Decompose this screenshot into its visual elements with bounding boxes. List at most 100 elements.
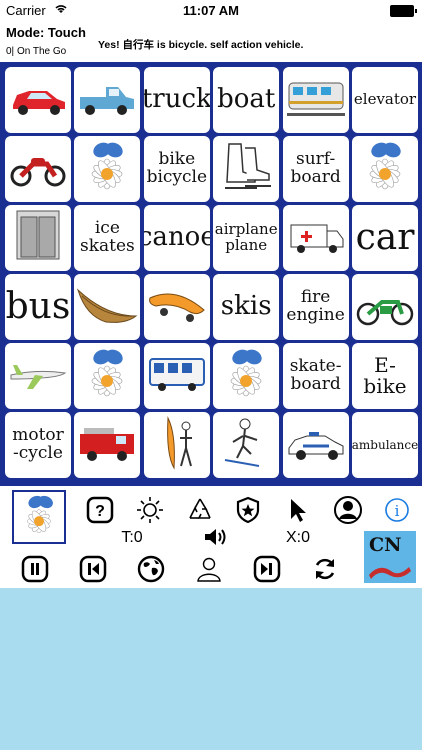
pause-icon[interactable] [20, 554, 50, 584]
recycle-icon[interactable] [184, 494, 216, 526]
motorcycle-cell[interactable] [5, 136, 71, 202]
word-cell[interactable]: surf-board [282, 136, 349, 202]
battery-icon [390, 5, 417, 17]
train-icon [285, 69, 347, 131]
e-bike-icon [354, 276, 416, 338]
word-cell[interactable]: truck [143, 67, 210, 133]
word-cell[interactable]: car [352, 205, 418, 271]
word-cell[interactable]: skis [213, 274, 280, 340]
cell-label: surf-board [290, 149, 341, 187]
skier-icon [215, 414, 277, 476]
ambulance-cell[interactable] [282, 205, 349, 271]
feedback-message: Yes! 自行车 is bicycle. self action vehicle… [98, 39, 304, 51]
word-cell[interactable]: airplane plane [213, 205, 280, 271]
cell-label: canoe [143, 222, 210, 253]
airplane-cell[interactable] [5, 343, 71, 409]
globe-icon[interactable] [136, 554, 166, 584]
next-icon[interactable] [252, 554, 282, 584]
cursor-icon[interactable] [282, 494, 314, 526]
daisy-butterfly-cell[interactable] [74, 343, 141, 409]
daisy-butterfly-icon [76, 345, 138, 407]
word-cell[interactable]: motor -cycle [5, 412, 71, 478]
fire-engine-cell[interactable] [74, 412, 141, 478]
help-icon[interactable]: ? [84, 494, 116, 526]
daisy-butterfly-icon [76, 138, 138, 200]
shield-star-icon[interactable] [232, 494, 264, 526]
ice-skates-cell[interactable] [213, 136, 280, 202]
t-counter: T:0 [121, 529, 143, 546]
word-cell[interactable]: bike bicycle [143, 136, 210, 202]
cell-label: car [355, 217, 415, 259]
elevator-cell[interactable] [5, 205, 71, 271]
cell-label: boat [217, 84, 276, 115]
cell-label: E-bike [363, 353, 407, 398]
clock: 11:07 AM [183, 3, 239, 18]
car-cell[interactable] [5, 67, 71, 133]
canoe-cell[interactable] [74, 274, 141, 340]
cell-label: bike bicycle [146, 149, 208, 187]
person-icon[interactable] [332, 494, 364, 526]
word-cell[interactable]: canoe [143, 205, 210, 271]
elevator-icon [7, 207, 69, 269]
refresh-icon[interactable] [310, 554, 340, 584]
ice-skates-icon [215, 138, 277, 200]
board-subtitle: 0| On The Go [6, 46, 67, 57]
cell-label: skis [220, 291, 272, 322]
police-car-cell[interactable] [282, 412, 349, 478]
word-cell[interactable]: skate-board [282, 343, 349, 409]
cell-label: elevator [353, 90, 417, 109]
skier-cell[interactable] [213, 412, 280, 478]
cell-label: motor -cycle [12, 425, 64, 463]
info-bar: Mode: Touch Yes! 自行车 is bicycle. self ac… [0, 22, 422, 62]
surfboard-cell[interactable] [143, 412, 210, 478]
e-bike-cell[interactable] [352, 274, 418, 340]
surfboard-icon [146, 414, 208, 476]
cn-logo-text: CN [369, 534, 402, 556]
train-cell[interactable] [282, 67, 349, 133]
word-cell[interactable]: ambulance [352, 412, 418, 478]
police-car-icon [285, 414, 347, 476]
bus-cell[interactable] [143, 343, 210, 409]
motorcycle-icon [7, 138, 69, 200]
daisy-butterfly-cell[interactable] [213, 343, 280, 409]
status-bar: Carrier 11:07 AM [0, 0, 422, 22]
cell-label: airplane plane [214, 220, 278, 254]
speaker-icon[interactable] [202, 526, 228, 548]
dragon-icon [369, 567, 411, 579]
svg-text:?: ? [95, 503, 105, 520]
cn-logo[interactable]: CN [364, 531, 416, 583]
cell-label: truck [143, 84, 210, 115]
daisy-butterfly-cell[interactable] [74, 136, 141, 202]
pickup-truck-cell[interactable] [74, 67, 141, 133]
info-icon[interactable]: i [381, 494, 413, 526]
daisy-butterfly-icon [27, 495, 53, 534]
word-cell[interactable]: E-bike [352, 343, 418, 409]
word-cell[interactable]: elevator [352, 67, 418, 133]
daisy-butterfly-icon [215, 345, 277, 407]
cell-label: ice skates [80, 218, 135, 256]
car-icon [7, 69, 69, 131]
word-cell[interactable]: fire engine [282, 274, 349, 340]
bus-icon [146, 345, 208, 407]
svg-text:i: i [395, 502, 400, 520]
x-counter: X:0 [285, 529, 310, 546]
word-cell[interactable]: boat [213, 67, 280, 133]
daisy-butterfly-icon [354, 138, 416, 200]
cell-label: bus [5, 286, 71, 328]
skateboard-icon [146, 276, 208, 338]
fire-engine-icon [76, 414, 138, 476]
skateboard-cell[interactable] [143, 274, 210, 340]
cell-label: fire engine [286, 287, 345, 325]
cell-label: skate-board [289, 356, 342, 394]
current-symbol-thumbnail[interactable] [12, 490, 66, 544]
word-cell[interactable]: ice skates [74, 205, 141, 271]
brightness-icon[interactable] [134, 494, 166, 526]
pickup-truck-icon [76, 69, 138, 131]
mode-label: Mode: Touch [6, 25, 86, 40]
word-cell[interactable]: bus [5, 274, 71, 340]
user-outline-icon[interactable] [194, 554, 224, 584]
symbol-board: truck boat elevator bike bicycle surf-board i… [0, 62, 422, 486]
previous-icon[interactable] [78, 554, 108, 584]
cell-label: ambulance [352, 437, 418, 452]
daisy-butterfly-cell[interactable] [352, 136, 418, 202]
